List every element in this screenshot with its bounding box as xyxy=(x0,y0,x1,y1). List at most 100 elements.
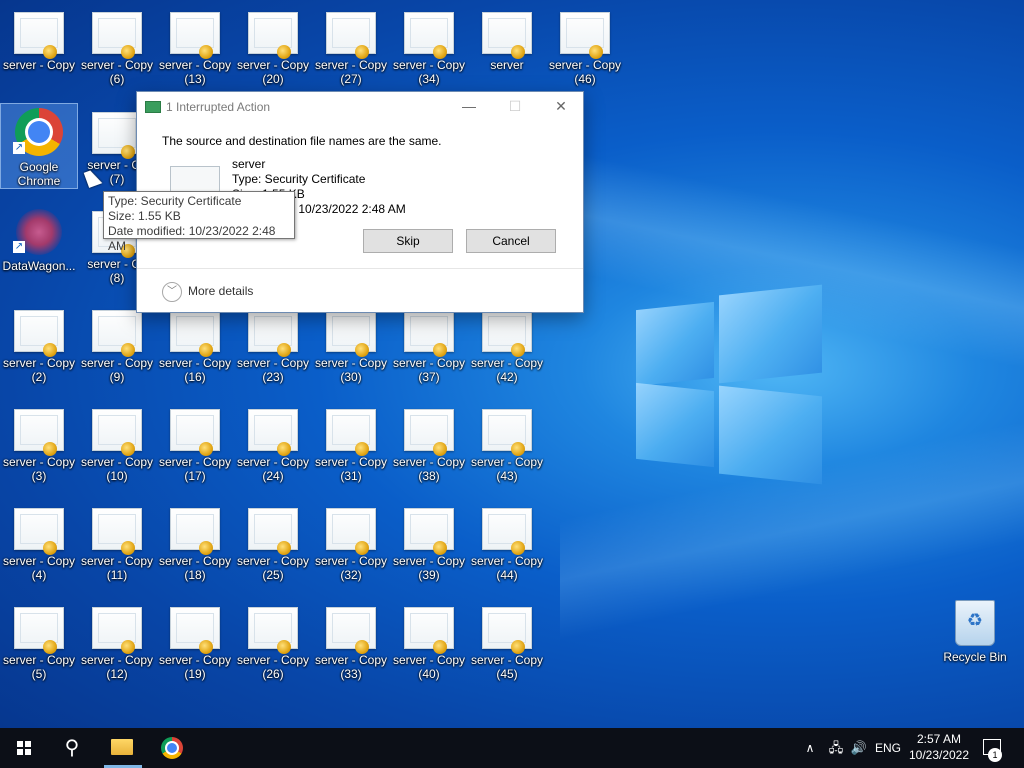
show-hidden-icons-button[interactable]: ∧ xyxy=(801,728,819,768)
desktop-icon-server-copy-44[interactable]: server - Copy (44) xyxy=(469,500,545,582)
certificate-icon xyxy=(92,112,142,159)
language-indicator[interactable]: ENG xyxy=(874,728,902,768)
desktop-icon-google-chrome[interactable]: ↗ Google Chrome xyxy=(0,103,78,189)
desktop-icon-server-copy-5[interactable]: server - Copy (5) xyxy=(1,599,77,681)
network-icon: 🖧 xyxy=(828,740,844,755)
icon-label: server - Copy xyxy=(314,58,388,72)
desktop-icon-server-copy[interactable]: server - Copy xyxy=(1,4,77,72)
icon-label: server - Copy xyxy=(392,455,466,469)
desktop-icon-server-copy-6[interactable]: server - Copy (6) xyxy=(79,4,155,86)
skip-button[interactable]: Skip xyxy=(363,229,453,253)
network-button[interactable]: 🖧 xyxy=(825,728,847,768)
file-name: server xyxy=(232,157,266,171)
certificate-icon xyxy=(326,12,376,59)
icon-label-sub: (45) xyxy=(496,667,518,681)
icon-label-sub: (37) xyxy=(418,370,440,384)
desktop-icon-server-copy-2[interactable]: server - Copy (2) xyxy=(1,302,77,384)
icon-label: server - Copy xyxy=(2,356,76,370)
start-button[interactable] xyxy=(0,728,48,768)
icon-label-sub: Chrome xyxy=(17,174,61,188)
certificate-icon xyxy=(248,310,298,357)
notification-badge: 1 xyxy=(988,748,1002,762)
desktop-icon-server-copy-38[interactable]: server - Copy (38) xyxy=(391,401,467,483)
certificate-icon xyxy=(482,409,532,456)
icon-label: server - Copy xyxy=(314,455,388,469)
close-button[interactable]: ✕ xyxy=(539,92,583,120)
desktop-icon-server-copy-10[interactable]: server - Copy (10) xyxy=(79,401,155,483)
desktop-icon-server-copy-19[interactable]: server - Copy (19) xyxy=(157,599,233,681)
dialog-titlebar[interactable]: 1 Interrupted Action — ☐ ✕ xyxy=(137,92,583,120)
icon-label-sub: (12) xyxy=(106,667,128,681)
cancel-button[interactable]: Cancel xyxy=(466,229,556,253)
chevron-down-icon: ﹀ xyxy=(162,282,182,302)
file-explorer-taskbar-button[interactable] xyxy=(98,728,146,768)
desktop-icon-server-copy-33[interactable]: server - Copy (33) xyxy=(313,599,389,681)
desktop-icon-server-copy-32[interactable]: server - Copy (32) xyxy=(313,500,389,582)
icon-label: server - Copy xyxy=(80,58,154,72)
icon-label: server - Copy xyxy=(314,356,388,370)
desktop-icon-server-copy-34[interactable]: server - Copy (34) xyxy=(391,4,467,86)
icon-label: server - Copy xyxy=(236,356,310,370)
clock-time: 2:57 AM xyxy=(916,732,962,746)
icon-label-sub: (33) xyxy=(340,667,362,681)
desktop-icon-server-copy-17[interactable]: server - Copy (17) xyxy=(157,401,233,483)
certificate-icon xyxy=(326,409,376,456)
desktop-icon-server-copy-39[interactable]: server - Copy (39) xyxy=(391,500,467,582)
desktop-icon-server[interactable]: server xyxy=(469,4,545,72)
desktop-icon-server-copy-11[interactable]: server - Copy (11) xyxy=(79,500,155,582)
more-details-toggle[interactable]: ﹀ More details xyxy=(162,282,253,302)
desktop-icon-server-copy-45[interactable]: server - Copy (45) xyxy=(469,599,545,681)
desktop-icon-server-copy-31[interactable]: server - Copy (31) xyxy=(313,401,389,483)
desktop-icon-server-copy-37[interactable]: server - Copy (37) xyxy=(391,302,467,384)
certificate-icon xyxy=(170,310,220,357)
icon-label: server - Copy xyxy=(314,653,388,667)
desktop-icon-server-copy-42[interactable]: server - Copy (42) xyxy=(469,302,545,384)
desktop-icon-server-copy-26[interactable]: server - Copy (26) xyxy=(235,599,311,681)
icon-label: server - Copy xyxy=(392,554,466,568)
dialog-message: The source and destination file names ar… xyxy=(162,134,442,148)
desktop-icon-server-copy-24[interactable]: server - Copy (24) xyxy=(235,401,311,483)
desktop-icon-server-copy-3[interactable]: server - Copy (3) xyxy=(1,401,77,483)
search-button[interactable]: ⚲ xyxy=(48,728,96,768)
desktop-icon-server-copy-43[interactable]: server - Copy (43) xyxy=(469,401,545,483)
icon-label: server - Copy xyxy=(158,356,232,370)
icon-label-sub: (16) xyxy=(184,370,206,384)
desktop-icon-server-copy-30[interactable]: server - Copy (30) xyxy=(313,302,389,384)
certificate-icon xyxy=(92,409,142,456)
icon-label: server - Copy xyxy=(158,653,232,667)
desktop-icon-recycle-bin[interactable]: Recycle Bin xyxy=(937,600,1013,664)
desktop-icon-server-copy-40[interactable]: server - Copy (40) xyxy=(391,599,467,681)
desktop-icon-server-copy-23[interactable]: server - Copy (23) xyxy=(235,302,311,384)
minimize-button[interactable]: — xyxy=(447,92,491,120)
system-clock[interactable]: 2:57 AM 10/23/2022 xyxy=(902,731,976,763)
desktop-icon-server-copy-18[interactable]: server - Copy (18) xyxy=(157,500,233,582)
icon-label-sub: (10) xyxy=(106,469,128,483)
shortcut-arrow-icon: ↗ xyxy=(13,142,25,154)
certificate-icon xyxy=(326,508,376,555)
certificate-icon xyxy=(404,12,454,59)
desktop-icon-server-copy-12[interactable]: server - Copy (12) xyxy=(79,599,155,681)
certificate-icon xyxy=(326,607,376,654)
divider xyxy=(137,268,583,269)
clock-date: 10/23/2022 xyxy=(908,748,970,762)
certificate-icon xyxy=(92,508,142,555)
desktop-icon-server-copy-9[interactable]: server - Copy (9) xyxy=(79,302,155,384)
desktop-icon-server-copy-4[interactable]: server - Copy (4) xyxy=(1,500,77,582)
desktop-icon-server-copy-46[interactable]: server - Copy (46) xyxy=(547,4,623,86)
desktop-icon-server-copy-20[interactable]: server - Copy (20) xyxy=(235,4,311,86)
icon-label-sub: (17) xyxy=(184,469,206,483)
desktop-icon-server-copy-16[interactable]: server - Copy (16) xyxy=(157,302,233,384)
icon-label-sub: (40) xyxy=(418,667,440,681)
icon-label-sub: (42) xyxy=(496,370,518,384)
certificate-icon xyxy=(92,607,142,654)
desktop-icon-datawagon[interactable]: ↗ DataWagon... xyxy=(1,203,77,273)
volume-button[interactable]: 🔊 xyxy=(848,728,870,768)
icon-label-sub: (9) xyxy=(109,370,125,384)
desktop-icon-server-copy-27[interactable]: server - Copy (27) xyxy=(313,4,389,86)
chrome-taskbar-button[interactable] xyxy=(148,728,196,768)
desktop-icon-server-copy-25[interactable]: server - Copy (25) xyxy=(235,500,311,582)
desktop-icon-server-copy-13[interactable]: server - Copy (13) xyxy=(157,4,233,86)
tooltip-size: Size: 1.55 KB xyxy=(108,209,181,223)
tooltip-type: Type: Security Certificate xyxy=(108,194,242,208)
icon-label: server - Copy xyxy=(80,653,154,667)
